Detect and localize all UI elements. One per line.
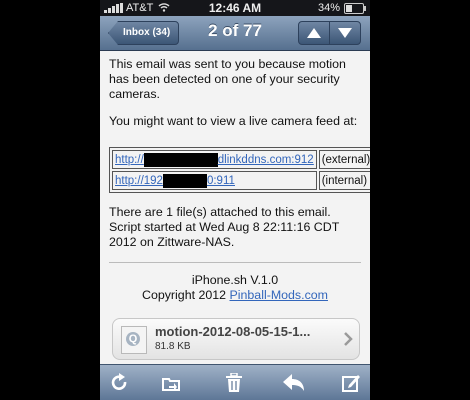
message-body: This email was sent to you because motio… xyxy=(100,51,370,363)
motion-notice-text: This email was sent to you because motio… xyxy=(109,57,346,101)
link-suffix: 0:911 xyxy=(206,174,235,187)
nav-bar: Inbox (34) 2 of 77 xyxy=(100,16,370,51)
live-feed-text: You might want to view a live camera fee… xyxy=(109,114,358,128)
up-arrow-icon xyxy=(307,28,321,38)
reply-icon xyxy=(283,374,304,391)
divider xyxy=(109,262,361,263)
link-prefix: http:// xyxy=(115,153,144,166)
status-bar: AT&T 12:46 AM 34% xyxy=(100,0,370,16)
compose-button[interactable] xyxy=(340,372,362,394)
down-arrow-icon xyxy=(338,28,352,38)
external-feed-link[interactable]: http:// dlinkddns.com:912 xyxy=(112,150,317,169)
table-row: http:// dlinkddns.com:912 (external) xyxy=(112,150,370,169)
reply-button[interactable] xyxy=(283,372,305,394)
quicktime-file-icon: Q xyxy=(121,326,147,354)
move-to-folder-button[interactable] xyxy=(160,372,182,394)
link-suffix: dlinkddns.com:912 xyxy=(217,153,314,166)
attachment-filename: motion-2012-08-05-15-1... xyxy=(155,324,311,339)
attachment-info-text: There are 1 file(s) attached to this ema… xyxy=(109,205,340,249)
next-message-button[interactable] xyxy=(329,21,361,45)
bottom-toolbar xyxy=(100,364,370,400)
link-type-label: (external) xyxy=(318,150,370,169)
battery-percent: 34% xyxy=(317,2,340,14)
move-to-folder-icon xyxy=(162,378,180,391)
battery-icon xyxy=(344,3,366,14)
copyright-text: Copyright 2012 xyxy=(142,288,227,302)
pinball-mods-link[interactable]: Pinball-Mods.com xyxy=(230,288,328,302)
refresh-button[interactable] xyxy=(108,372,130,394)
redaction-bar xyxy=(162,173,207,188)
table-row: http://192 0:911 (internal) xyxy=(112,171,370,190)
chevron-right-icon xyxy=(344,332,353,346)
delete-button[interactable] xyxy=(223,372,245,394)
refresh-icon xyxy=(111,373,127,390)
phone-screen: AT&T 12:46 AM 34% Inbox (34) 2 of 77 Thi… xyxy=(100,0,370,400)
redaction-bar xyxy=(143,152,218,167)
compose-icon xyxy=(342,375,360,392)
copyright-line: Copyright 2012 Pinball-Mods.com xyxy=(100,288,370,302)
link-prefix: http://192 xyxy=(115,174,163,187)
trash-icon xyxy=(226,373,242,392)
script-signature: iPhone.sh V.1.0 xyxy=(191,273,279,287)
attachment-size: 81.8 KB xyxy=(155,341,191,352)
attachment-item[interactable]: Q motion-2012-08-05-15-1... 81.8 KB xyxy=(112,318,360,360)
camera-links-table: http:// dlinkddns.com:912 (external) http… xyxy=(109,147,370,193)
previous-message-button[interactable] xyxy=(298,21,330,45)
internal-feed-link[interactable]: http://192 0:911 xyxy=(112,171,317,190)
link-type-label: (internal) xyxy=(318,171,370,190)
